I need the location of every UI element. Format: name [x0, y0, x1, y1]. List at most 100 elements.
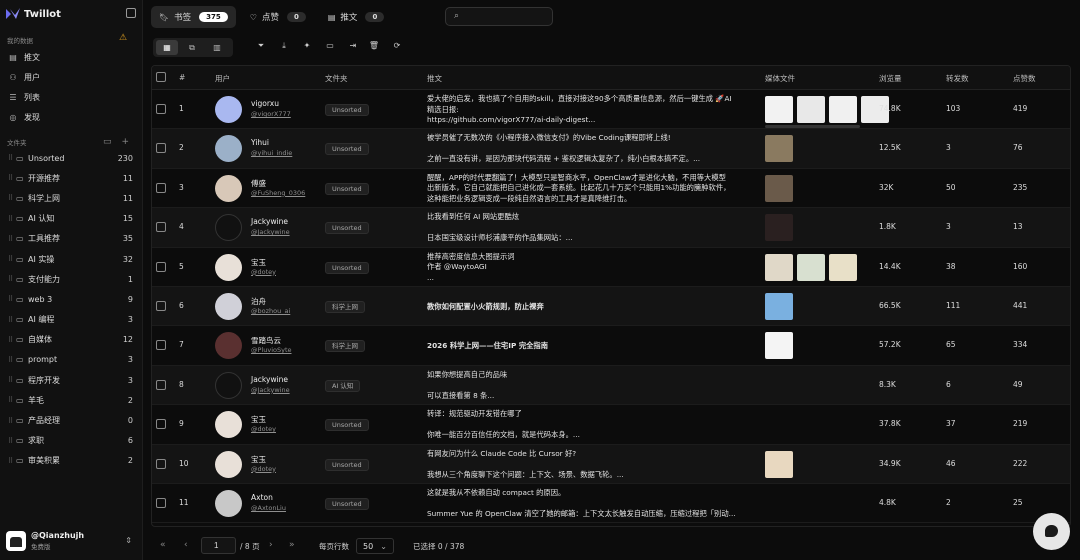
tab-tweets[interactable]: ▤ 推文 0	[320, 6, 392, 28]
search-input[interactable]	[466, 10, 550, 23]
user-handle[interactable]: @bozhou_ai	[251, 307, 290, 315]
folder-tag[interactable]: Unsorted	[325, 222, 369, 235]
media-thumbnail[interactable]	[765, 293, 793, 320]
avatar[interactable]	[215, 214, 242, 242]
select-all-checkbox[interactable]	[156, 72, 166, 82]
first-page-icon[interactable]: «	[160, 540, 166, 550]
tweet-text[interactable]: 比我看到任何 AI 网站更酷炫 日本国宝级设计师杉浦康平的作品集网站：...	[427, 212, 757, 244]
drag-handle-icon[interactable]: ⠿	[8, 235, 16, 243]
drag-handle-icon[interactable]: ⠿	[8, 275, 16, 283]
tweet-text[interactable]: 爱大佬的启发，我也搞了个自用的skill，直接对接这90多个高质量信息源，然后一…	[427, 94, 757, 126]
user-name[interactable]: Yihui	[251, 138, 269, 147]
table-row[interactable]: 9 宝玉 @dotey Unsorted 转译：规范驱动开发错在哪了 你唯一能百分百信任的…	[152, 405, 1070, 445]
tweet-text[interactable]: 2026 科学上网——住宅IP 完全指南	[427, 330, 757, 362]
folder-tag[interactable]: Unsorted	[325, 419, 369, 432]
user-handle[interactable]: @Jackywine	[251, 228, 290, 236]
refresh-icon[interactable]: ⟳	[391, 41, 403, 53]
drag-handle-icon[interactable]: ⠿	[8, 336, 16, 344]
user-name[interactable]: 泊舟	[251, 296, 266, 307]
row-checkbox[interactable]	[156, 182, 166, 193]
row-checkbox[interactable]	[156, 104, 166, 114]
sidebar-folder-item[interactable]: ⠿ ▭ 自媒体 12	[0, 330, 143, 350]
user-name[interactable]: 雪踏鸟云	[251, 335, 281, 346]
table-row[interactable]: 6 泊舟 @bozhou_ai 科学上网 教你如何配置小火箭规则，防止裸奔 66.5K 11…	[152, 287, 1070, 327]
folder-manage-icon[interactable]: ▭	[103, 137, 112, 147]
sidebar-folder-item[interactable]: ⠿ ▭ 科学上网 11	[0, 188, 143, 208]
page-size-select[interactable]: 50 ⌄	[356, 538, 394, 554]
drag-handle-icon[interactable]: ⠿	[8, 417, 16, 425]
folder-icon[interactable]: ▭	[324, 41, 336, 53]
row-checkbox[interactable]	[156, 498, 166, 508]
media-scrollbar[interactable]	[765, 125, 860, 128]
sidebar-folder-item[interactable]: ⠿ ▭ AI 编程 3	[0, 310, 143, 330]
header-tweet[interactable]: 推文	[427, 73, 442, 84]
move-to-folder-icon[interactable]: ⇥	[347, 41, 359, 53]
drag-handle-icon[interactable]: ⠿	[8, 174, 16, 182]
table-row[interactable]: 3 傅盛 @FuSheng_0306 Unsorted 醒醒，APP的时代要翻篇了！大模…	[152, 169, 1070, 209]
user-handle[interactable]: @yihui_indie	[251, 149, 292, 157]
media-thumbnail[interactable]	[765, 332, 793, 360]
folder-tag[interactable]: Unsorted	[325, 104, 369, 116]
tweet-text[interactable]: 有网友问为什么 Claude Code 比 Cursor 好? 我想从三个角度聊下…	[427, 449, 757, 481]
avatar[interactable]	[215, 371, 242, 399]
sidebar-folder-item[interactable]: ⠿ ▭ 产品经理 0	[0, 410, 143, 430]
chart-view-button[interactable]: ▥	[206, 40, 228, 55]
tweet-text[interactable]: 如果你想提高自己的品味 可以直接看第 8 条...	[427, 370, 757, 402]
drag-handle-icon[interactable]: ⠿	[8, 215, 16, 223]
folder-tag[interactable]: Unsorted	[325, 458, 369, 471]
avatar[interactable]	[215, 450, 242, 478]
user-handle[interactable]: @PluvioSyte	[251, 346, 292, 354]
header-user[interactable]: 用户	[215, 73, 230, 84]
user-name[interactable]: Axton	[251, 493, 273, 502]
nav-item-lists[interactable]: ☰ 列表	[6, 89, 136, 105]
avatar[interactable]	[215, 411, 242, 439]
avatar[interactable]	[215, 332, 242, 360]
table-view-button[interactable]: ▦	[156, 40, 178, 55]
header-folder[interactable]: 文件夹	[325, 73, 348, 84]
tweet-text[interactable]: 被学员催了无数次的《小程序接入微信支付》的Vibe Coding课程即将上线! 之…	[427, 133, 757, 165]
media-thumbnail[interactable]	[765, 174, 793, 202]
table-row[interactable]: 8 Jackywine @Jackywine AI 认知 如果你想提高自己的品味 可以直接…	[152, 365, 1070, 406]
user-name[interactable]: 宝玉	[251, 454, 266, 465]
download-icon[interactable]: ⤓	[278, 41, 290, 53]
gallery-view-button[interactable]: ⧉	[181, 40, 203, 55]
sidebar-folder-item[interactable]: ⠿ ▭ AI 实操 32	[0, 249, 143, 269]
sidebar-folder-item[interactable]: ⠿ ▭ 开源推荐 11	[0, 168, 143, 188]
sidebar-folder-item[interactable]: ⠿ ▭ prompt 3	[0, 350, 143, 370]
header-retweets[interactable]: 转发数	[946, 73, 969, 84]
drag-handle-icon[interactable]: ⠿	[8, 194, 16, 202]
table-row[interactable]: 7 雪踏鸟云 @PluvioSyte 科学上网 2026 科学上网——住宅IP 完全指…	[152, 326, 1070, 366]
tab-bookmarks[interactable]: 🔖︎ 书签 375	[151, 6, 236, 28]
nav-item-discover[interactable]: ◎ 发现	[6, 109, 136, 125]
avatar[interactable]	[215, 96, 242, 123]
sidebar-folder-item[interactable]: ⠿ ▭ 程序开发 3	[0, 370, 143, 390]
row-checkbox[interactable]	[156, 458, 166, 469]
brand[interactable]: Twillot	[6, 6, 136, 22]
table-row[interactable]: 10 宝玉 @dotey Unsorted 有网友问为什么 Claude Code 比 …	[152, 444, 1070, 484]
media-thumbnail[interactable]	[765, 96, 793, 123]
drag-handle-icon[interactable]: ⠿	[8, 396, 16, 404]
user-name[interactable]: Jackywine	[251, 217, 288, 226]
chevron-up-down-icon[interactable]: ⇕	[125, 536, 132, 545]
add-folder-icon[interactable]: +	[122, 137, 130, 147]
table-row[interactable]: 4 Jackywine @Jackywine Unsorted 比我看到任何 AI 网站…	[152, 208, 1070, 248]
tweet-text[interactable]: 转译：规范驱动开发错在哪了 你唯一能百分百信任的文档，就是代码本身。...	[427, 409, 757, 441]
user-handle[interactable]: @AxtonLiu	[251, 504, 286, 512]
avatar[interactable]	[215, 293, 242, 320]
folder-tag[interactable]: AI 认知	[325, 379, 361, 392]
folder-tag[interactable]: Unsorted	[325, 143, 369, 156]
sparkle-icon[interactable]: ✦	[301, 41, 313, 53]
drag-handle-icon[interactable]: ⠿	[8, 255, 16, 263]
user-handle[interactable]: @dotey	[251, 425, 276, 433]
drag-handle-icon[interactable]: ⠿	[8, 437, 16, 445]
trash-icon[interactable]: 🗑︎	[368, 41, 380, 53]
sidebar-folder-item[interactable]: ⠿ ▭ 支付能力 1	[0, 269, 143, 289]
user-account[interactable]: @Qianzhujh 免费版 ⇕	[6, 530, 136, 552]
drag-handle-icon[interactable]: ⠿	[8, 154, 16, 162]
drag-handle-icon[interactable]: ⠿	[8, 376, 16, 384]
table-row[interactable]: 2 Yihui @yihui_indie Unsorted 被学员催了无数次的《小程序接…	[152, 129, 1070, 169]
drag-handle-icon[interactable]: ⠿	[8, 295, 16, 303]
sidebar-folder-item[interactable]: ⠿ ▭ 求职 6	[0, 431, 143, 451]
user-handle[interactable]: @vigorX777	[251, 110, 291, 118]
avatar[interactable]	[215, 253, 242, 281]
